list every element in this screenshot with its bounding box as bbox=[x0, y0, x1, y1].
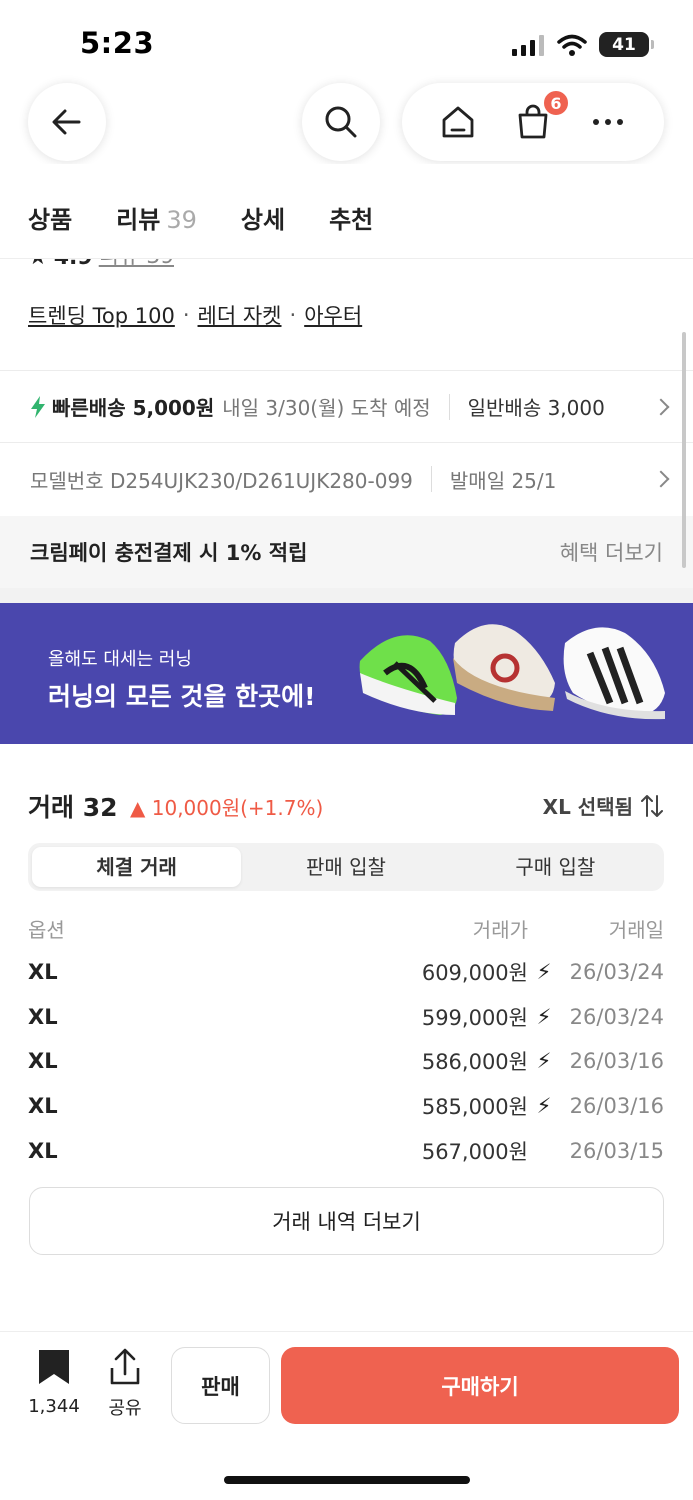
home-icon bbox=[442, 106, 474, 138]
trade-segment-control: 체결 거래 판매 입찰 구매 입찰 bbox=[28, 843, 664, 891]
row-price: 586,000원 bbox=[421, 1050, 528, 1074]
lightning-icon bbox=[31, 395, 45, 418]
separator-dot: · bbox=[182, 303, 190, 327]
table-row: XL 585,000원 ⚡ 26/03/16 bbox=[28, 1091, 664, 1121]
row-price: 599,000원 bbox=[421, 1006, 528, 1030]
separator bbox=[430, 466, 432, 492]
category-link[interactable]: 레더 자켓 bbox=[198, 300, 282, 330]
category-links: 트렌딩 Top 100 · 레더 자켓 · 아우터 bbox=[28, 300, 362, 330]
cart-button[interactable]: 6 bbox=[508, 89, 570, 147]
share-label: 공유 bbox=[108, 1398, 142, 1419]
trade-history-more-button[interactable]: 거래 내역 더보기 bbox=[29, 1187, 664, 1255]
promo-banner[interactable]: 올해도 대세는 러닝 러닝의 모든 것을 한곳에! bbox=[0, 603, 693, 744]
tab-bar: 상품 리뷰 39 상세 추천 bbox=[28, 200, 373, 235]
arrow-left-icon bbox=[52, 109, 81, 135]
fast-shipping-label: 빠른배송 5,000원 bbox=[52, 396, 215, 420]
trade-price-change: ▲ 10,000원(+1.7%) bbox=[130, 796, 324, 820]
table-row: XL 609,000원 ⚡ 26/03/24 bbox=[28, 957, 664, 987]
benefit-more-link[interactable]: 혜택 더보기 bbox=[560, 537, 663, 567]
column-option: 옵션 bbox=[28, 918, 65, 942]
row-price: 567,000원 bbox=[421, 1140, 528, 1164]
row-option: XL bbox=[28, 1005, 58, 1029]
search-icon bbox=[325, 106, 357, 138]
normal-shipping-label: 일반배송 3,000 bbox=[467, 396, 605, 420]
more-button[interactable] bbox=[583, 97, 633, 147]
tab-detail[interactable]: 상세 bbox=[241, 200, 285, 235]
row-option: XL bbox=[28, 1049, 58, 1073]
row-date: 26/03/24 bbox=[569, 960, 664, 984]
tab-product[interactable]: 상품 bbox=[28, 200, 72, 235]
fast-delivery-icon: ⚡ bbox=[536, 960, 552, 984]
separator-dot: · bbox=[289, 303, 297, 327]
tab-divider bbox=[0, 258, 693, 259]
row-price: 609,000원 bbox=[421, 961, 528, 985]
wifi-icon bbox=[557, 34, 587, 56]
bookmark-button[interactable]: 1,344 bbox=[24, 1348, 84, 1417]
more-icon bbox=[593, 119, 624, 125]
row-date: 26/03/15 bbox=[569, 1139, 664, 1163]
scrollbar[interactable] bbox=[682, 332, 686, 568]
row-price: 585,000원 bbox=[421, 1095, 528, 1119]
sort-arrows-icon bbox=[641, 794, 663, 817]
model-number: 모델번호 D254UJK230/D261UJK280-099 bbox=[30, 468, 413, 493]
bottom-bar-divider bbox=[0, 1331, 693, 1332]
cart-count-badge: 6 bbox=[541, 89, 570, 117]
status-icons: 41 bbox=[511, 32, 654, 57]
table-row: XL 599,000원 ⚡ 26/03/24 bbox=[28, 1002, 664, 1032]
tab-review[interactable]: 리뷰 39 bbox=[116, 200, 197, 235]
release-date: 발매일 25/1 bbox=[449, 468, 557, 493]
column-date: 거래일 bbox=[608, 918, 664, 942]
row-option: XL bbox=[28, 1139, 58, 1163]
segment-sell-bids[interactable]: 판매 입찰 bbox=[241, 847, 450, 887]
banner-subtitle: 올해도 대세는 러닝 bbox=[48, 649, 192, 670]
category-link[interactable]: 트렌딩 Top 100 bbox=[28, 300, 175, 330]
row-date: 26/03/16 bbox=[569, 1094, 664, 1118]
segment-completed-trades[interactable]: 체결 거래 bbox=[32, 847, 242, 887]
share-button[interactable]: 공유 bbox=[104, 1348, 146, 1420]
separator bbox=[448, 393, 450, 420]
sell-button[interactable]: 판매 bbox=[171, 1347, 270, 1424]
buy-button[interactable]: 구매하기 bbox=[281, 1347, 679, 1424]
size-selected-label: XL 선택됨 bbox=[542, 795, 633, 819]
row-option: XL bbox=[28, 1094, 58, 1118]
trade-count-title: 거래 32 bbox=[28, 793, 118, 822]
column-price: 거래가 bbox=[472, 918, 528, 942]
shipping-row[interactable]: 빠른배송 5,000원 내일 3/30(월) 도착 예정 일반배송 3,000 bbox=[0, 371, 693, 442]
banner-title: 러닝의 모든 것을 한곳에! bbox=[48, 682, 316, 711]
table-row: XL 567,000원 26/03/15 bbox=[28, 1136, 664, 1166]
benefit-text: 크림페이 충전결제 시 1% 적립 bbox=[30, 541, 308, 565]
fast-shipping-eta: 내일 3/30(월) 도착 예정 bbox=[222, 396, 431, 420]
table-row: XL 586,000원 ⚡ 26/03/16 bbox=[28, 1046, 664, 1076]
segment-buy-bids[interactable]: 구매 입찰 bbox=[451, 847, 660, 887]
share-icon bbox=[110, 1348, 140, 1385]
category-link[interactable]: 아우터 bbox=[304, 300, 362, 330]
back-button[interactable] bbox=[28, 83, 106, 161]
header-actions: 6 bbox=[402, 83, 664, 161]
search-button[interactable] bbox=[302, 83, 380, 161]
bookmark-icon bbox=[39, 1350, 69, 1384]
fast-delivery-icon: ⚡ bbox=[536, 1005, 552, 1029]
fast-delivery-icon: ⚡ bbox=[536, 1049, 552, 1073]
section-gap bbox=[0, 588, 693, 603]
tab-recommend[interactable]: 추천 bbox=[329, 200, 373, 235]
home-indicator bbox=[224, 1476, 470, 1484]
status-time: 5:23 bbox=[80, 26, 155, 60]
trade-table-header: 옵션 거래가 거래일 bbox=[28, 914, 664, 943]
model-row[interactable]: 모델번호 D254UJK230/D261UJK280-099 발매일 25/1 bbox=[0, 443, 693, 515]
bookmark-count: 1,344 bbox=[28, 1396, 80, 1417]
row-option: XL bbox=[28, 960, 58, 984]
size-selector[interactable]: XL 선택됨 bbox=[543, 791, 663, 820]
benefit-row[interactable]: 크림페이 충전결제 시 1% 적립 혜택 더보기 bbox=[0, 516, 693, 588]
fast-delivery-icon: ⚡ bbox=[536, 1094, 552, 1118]
battery-icon: 41 bbox=[599, 32, 654, 57]
shoes-image bbox=[359, 624, 665, 720]
row-date: 26/03/24 bbox=[569, 1005, 664, 1029]
signal-icon bbox=[512, 34, 544, 56]
home-button[interactable] bbox=[433, 97, 483, 147]
row-date: 26/03/16 bbox=[569, 1049, 664, 1073]
